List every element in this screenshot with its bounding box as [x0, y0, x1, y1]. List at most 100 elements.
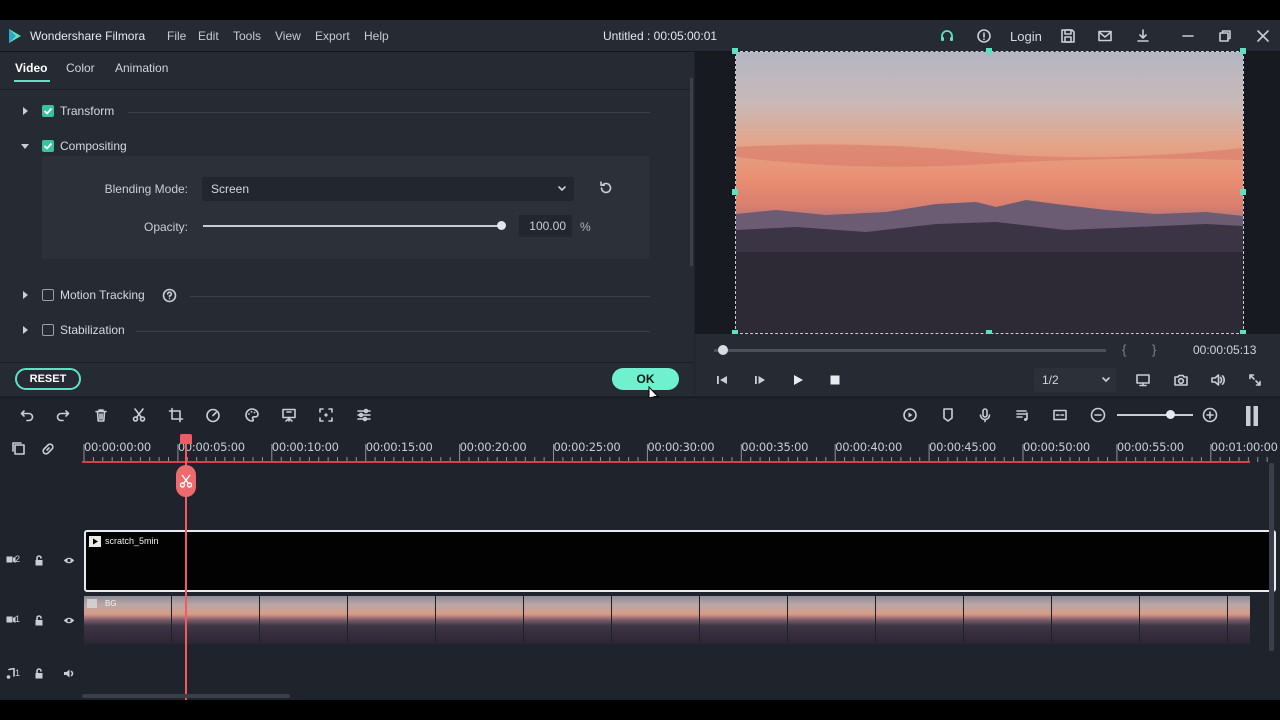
zoom-in-icon[interactable]	[1202, 407, 1218, 423]
menu-help[interactable]: Help	[364, 29, 389, 43]
resize-handle[interactable]	[732, 48, 738, 54]
reset-blend-icon[interactable]	[598, 180, 614, 196]
reset-button[interactable]: RESET	[15, 368, 81, 390]
adjust-settings-icon[interactable]	[356, 407, 372, 423]
menu-file[interactable]: File	[167, 29, 186, 43]
delete-icon[interactable]	[93, 407, 109, 423]
marker-icon[interactable]	[940, 407, 956, 423]
split-marker[interactable]	[176, 465, 196, 497]
lock-icon[interactable]	[34, 615, 44, 626]
opacity-unit: %	[580, 220, 591, 234]
render-preview-icon[interactable]	[902, 407, 918, 423]
lock-icon[interactable]	[34, 668, 44, 679]
green-screen-icon[interactable]	[281, 407, 297, 423]
tab-animation[interactable]: Animation	[115, 61, 168, 75]
panel-footer-divider	[0, 362, 694, 363]
stabilization-checkbox[interactable]	[42, 324, 54, 336]
track-header-video-1: 1	[0, 592, 82, 648]
eye-visibility-icon[interactable]	[63, 616, 75, 625]
volume-icon[interactable]	[1210, 372, 1226, 388]
snapshot-camera-icon[interactable]	[1173, 372, 1189, 388]
selection-frame	[735, 51, 1244, 334]
opacity-slider[interactable]	[203, 225, 501, 227]
speed-gauge-icon[interactable]	[205, 407, 221, 423]
motion-tracking-section[interactable]: Motion Tracking	[20, 286, 650, 306]
zoom-out-icon[interactable]	[1090, 407, 1106, 423]
tab-video[interactable]: Video	[15, 61, 47, 75]
mark-in-bracket[interactable]: {	[1122, 342, 1126, 357]
menu-view[interactable]: View	[275, 29, 301, 43]
chevron-right-icon[interactable]	[20, 325, 30, 335]
track-number: 1	[15, 614, 21, 624]
compositing-section[interactable]: Compositing	[20, 137, 650, 157]
clip-scratch-5min[interactable]: scratch_5min	[84, 530, 1276, 592]
monitor-icon[interactable]	[1135, 372, 1151, 388]
tab-color[interactable]: Color	[66, 61, 95, 75]
speaker-icon[interactable]	[63, 668, 75, 679]
eye-visibility-icon[interactable]	[63, 556, 75, 565]
lock-icon[interactable]	[34, 555, 44, 566]
opacity-input[interactable]: 100.00	[519, 215, 572, 237]
title-bar: Wondershare Filmora File Edit Tools View…	[0, 20, 1280, 52]
timeline-vertical-scrollbar[interactable]	[1269, 463, 1274, 651]
timeline-horizontal-scrollbar[interactable]	[82, 694, 290, 698]
menu-export[interactable]: Export	[315, 29, 350, 43]
save-icon[interactable]	[1060, 28, 1076, 44]
minimize-icon[interactable]	[1181, 28, 1195, 44]
add-track-icon[interactable]	[11, 441, 27, 457]
redo-icon[interactable]	[55, 407, 71, 423]
opacity-slider-handle[interactable]	[497, 221, 506, 230]
resize-handle[interactable]	[1240, 189, 1246, 195]
ruler-tick-label: 00:00:45:00	[929, 440, 996, 454]
compositing-checkbox[interactable]	[42, 140, 54, 152]
preview-progress-track[interactable]	[714, 349, 1106, 352]
clip-bg[interactable]: BG	[84, 596, 1250, 644]
zoom-slider[interactable]	[1117, 414, 1193, 416]
login-link[interactable]: Login	[1010, 29, 1042, 44]
panel-toggle-icon[interactable]	[1244, 405, 1260, 427]
link-icon[interactable]	[40, 441, 56, 457]
track-header-audio-1: 1	[0, 648, 82, 700]
headset-support-icon[interactable]	[939, 28, 955, 44]
mark-out-bracket[interactable]: }	[1152, 342, 1156, 357]
menu-tools[interactable]: Tools	[233, 29, 261, 43]
resize-handle[interactable]	[732, 189, 738, 195]
playback-quality-select[interactable]: 1/2	[1034, 368, 1116, 392]
ruler-tick-label: 00:00:20:00	[459, 440, 527, 454]
download-icon[interactable]	[1135, 28, 1151, 44]
split-scissors-icon[interactable]	[131, 407, 147, 423]
menu-edit[interactable]: Edit	[198, 29, 219, 43]
section-divider	[128, 112, 650, 113]
play-icon[interactable]	[790, 372, 806, 388]
motion-tracking-icon[interactable]	[318, 407, 334, 423]
properties-scrollbar[interactable]	[690, 78, 693, 266]
transform-section[interactable]: Transform	[20, 102, 650, 122]
blending-mode-select[interactable]: Screen	[202, 177, 574, 201]
resize-handle[interactable]	[986, 48, 992, 54]
ok-button[interactable]: OK	[612, 368, 679, 390]
restore-icon[interactable]	[1218, 28, 1232, 44]
chevron-down-icon[interactable]	[20, 141, 30, 151]
chevron-right-icon[interactable]	[20, 106, 30, 116]
close-icon[interactable]	[1256, 28, 1270, 44]
info-icon[interactable]	[976, 28, 992, 44]
active-tab-indicator	[14, 80, 50, 82]
mail-icon[interactable]	[1097, 28, 1113, 44]
chevron-right-icon[interactable]	[20, 290, 30, 300]
audio-mixer-icon[interactable]	[1015, 407, 1031, 423]
help-icon[interactable]	[162, 288, 177, 303]
step-back-icon[interactable]	[714, 372, 730, 388]
stabilization-section[interactable]: Stabilization	[20, 321, 650, 341]
transform-checkbox[interactable]	[42, 105, 54, 117]
resize-handle[interactable]	[1240, 48, 1246, 54]
stop-icon[interactable]	[827, 372, 843, 388]
color-palette-icon[interactable]	[244, 407, 260, 423]
step-forward-icon[interactable]	[752, 372, 768, 388]
undo-icon[interactable]	[19, 407, 35, 423]
fullscreen-icon[interactable]	[1247, 372, 1263, 388]
microphone-icon[interactable]	[977, 407, 993, 423]
motion-tracking-checkbox[interactable]	[42, 289, 54, 301]
crop-icon[interactable]	[168, 407, 184, 423]
subtitle-icon[interactable]	[1052, 407, 1068, 423]
preview-progress-handle[interactable]	[718, 345, 728, 355]
